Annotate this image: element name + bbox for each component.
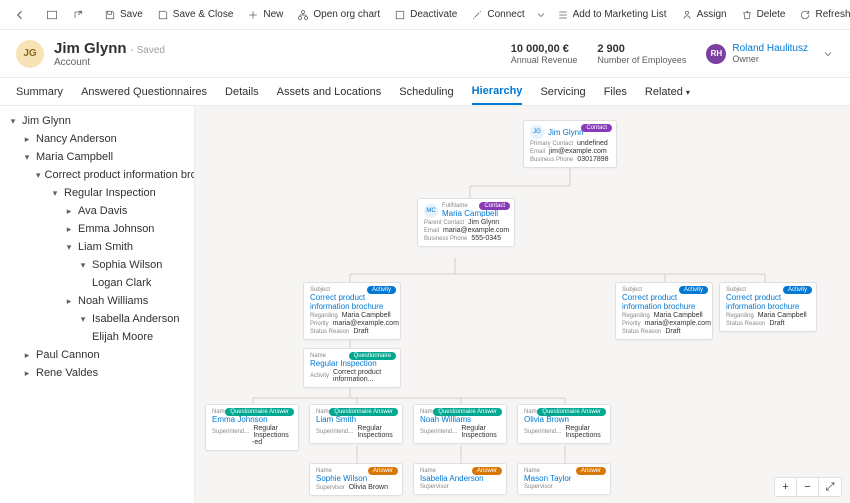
node-isabella[interactable]: AnswerNameIsabella AndersonSupervisor	[413, 463, 507, 495]
node-liam[interactable]: Questionnaire AnswerNameLiam SmithSuperi…	[309, 404, 403, 444]
node-jim-glynn[interactable]: Contact JGJim Glynn Primary Contactundef…	[523, 120, 617, 168]
chevron-down-icon	[822, 48, 834, 60]
tree-item[interactable]: ▾Sophia Wilson	[4, 256, 190, 274]
list-icon	[557, 9, 569, 21]
connect-dropdown[interactable]	[533, 6, 549, 24]
tree-item[interactable]: ▸Emma Johnson	[4, 220, 190, 238]
badge: Contact	[581, 124, 612, 132]
person-icon	[681, 9, 693, 21]
open-org-chart-button[interactable]: Open org chart	[291, 6, 386, 24]
saved-indicator: - Saved	[131, 45, 165, 56]
badge: Activity	[679, 286, 708, 294]
account-avatar: JG	[16, 40, 44, 68]
node-maria-campbell[interactable]: Contact MCFullNameMaria Campbell Parent …	[417, 198, 515, 247]
back-button[interactable]	[8, 6, 32, 24]
delete-button[interactable]: Delete	[735, 6, 792, 24]
tree-item[interactable]: ▸Rene Valdes	[4, 364, 190, 382]
node-task-2[interactable]: Activity SubjectCorrect product informat…	[615, 282, 713, 340]
chevron-down-icon	[535, 9, 547, 21]
owner-avatar: RH	[706, 44, 726, 64]
form-tabs: Summary Answered Questionnaires Details …	[0, 78, 850, 106]
tab-button[interactable]	[40, 6, 64, 24]
node-olivia[interactable]: Questionnaire AnswerNameOlivia BrownSupe…	[517, 404, 611, 444]
tab-files[interactable]: Files	[604, 80, 627, 104]
save-close-button[interactable]: Save & Close	[151, 6, 240, 24]
node-task-3[interactable]: Activity SubjectCorrect product informat…	[719, 282, 817, 332]
node-mason[interactable]: AnswerNameMason TaylorSupervisor	[517, 463, 611, 495]
hierarchy-canvas[interactable]: Contact JGJim Glynn Primary Contactundef…	[195, 106, 850, 503]
trash-icon	[741, 9, 753, 21]
save-button[interactable]: Save	[98, 6, 149, 24]
tree-item[interactable]: ▾Liam Smith	[4, 238, 190, 256]
refresh-icon	[799, 9, 811, 21]
deactivate-button[interactable]: Deactivate	[388, 6, 463, 24]
tab-related[interactable]: Related ▾	[645, 80, 690, 104]
tab-questionnaires[interactable]: Answered Questionnaires	[81, 80, 207, 104]
back-icon	[14, 9, 26, 21]
record-title: Jim Glynn	[54, 40, 127, 57]
node-regular-inspection[interactable]: Questionnaire NameRegular Inspection Act…	[303, 348, 401, 388]
zoom-out-button[interactable]: −	[797, 478, 819, 496]
avatar-icon: MC	[424, 204, 438, 218]
tree-item[interactable]: Elijah Moore	[4, 328, 190, 346]
entity-name: Account	[54, 57, 165, 68]
avatar-icon: JG	[530, 125, 544, 139]
new-button[interactable]: New	[241, 6, 289, 24]
zoom-control: + − ⤢	[774, 477, 842, 497]
add-marketing-button[interactable]: Add to Marketing List	[551, 6, 673, 24]
node-sophie[interactable]: AnswerNameSophie WilsonSupervisorOlivia …	[309, 463, 403, 496]
employees-metric: 2 900 Number of Employees	[597, 43, 686, 65]
badge: Activity	[367, 286, 396, 294]
connect-button[interactable]: Connect	[465, 6, 530, 24]
tree-item[interactable]: ▾Isabella Anderson	[4, 310, 190, 328]
owner-field[interactable]: RH Roland Haulitusz Owner	[706, 43, 834, 64]
zoom-in-button[interactable]: +	[775, 478, 797, 496]
hierarchy-tree: ▾Jim Glynn ▸Nancy Anderson ▾Maria Campbe…	[0, 106, 195, 503]
command-bar: Save Save & Close New Open org chart Dea…	[0, 0, 850, 30]
tab-servicing[interactable]: Servicing	[540, 80, 585, 104]
pop-out-button[interactable]	[66, 6, 90, 24]
plus-icon	[247, 9, 259, 21]
org-icon	[297, 9, 309, 21]
deactivate-icon	[394, 9, 406, 21]
tab-summary[interactable]: Summary	[16, 80, 63, 104]
node-emma[interactable]: Questionnaire AnswerNameEmma JohnsonSupe…	[205, 404, 299, 451]
refresh-button[interactable]: Refresh	[793, 6, 850, 24]
badge: Contact	[479, 202, 510, 210]
popout-icon	[72, 9, 84, 21]
tree-item[interactable]: Logan Clark	[4, 274, 190, 292]
node-task-1[interactable]: Activity SubjectCorrect product informat…	[303, 282, 401, 340]
tab-icon	[46, 9, 58, 21]
tree-item[interactable]: ▸Paul Cannon	[4, 346, 190, 364]
tab-scheduling[interactable]: Scheduling	[399, 80, 453, 104]
tree-item[interactable]: ▸Noah Williams	[4, 292, 190, 310]
tree-item[interactable]: ▾Regular Inspection	[4, 184, 190, 202]
tab-hierarchy[interactable]: Hierarchy	[472, 79, 523, 105]
save-close-icon	[157, 9, 169, 21]
tab-details[interactable]: Details	[225, 80, 259, 104]
tree-item[interactable]: ▸Ava Davis	[4, 202, 190, 220]
tree-item[interactable]: ▸Nancy Anderson	[4, 130, 190, 148]
record-header: JG Jim Glynn - Saved Account 10 000,00 € …	[0, 30, 850, 78]
assign-button[interactable]: Assign	[675, 6, 733, 24]
tree-item[interactable]: ▾Maria Campbell	[4, 148, 190, 166]
save-icon	[104, 9, 116, 21]
tree-root[interactable]: ▾Jim Glynn	[4, 112, 190, 130]
node-noah[interactable]: Questionnaire AnswerNameNoah WilliamsSup…	[413, 404, 507, 444]
badge: Questionnaire	[349, 352, 396, 360]
tree-item[interactable]: ▾Correct product information brochure	[4, 166, 190, 184]
badge: Activity	[783, 286, 812, 294]
connect-icon	[471, 9, 483, 21]
zoom-fit-button[interactable]: ⤢	[819, 478, 841, 496]
annual-revenue-metric: 10 000,00 € Annual Revenue	[511, 43, 578, 65]
tab-assets[interactable]: Assets and Locations	[277, 80, 382, 104]
